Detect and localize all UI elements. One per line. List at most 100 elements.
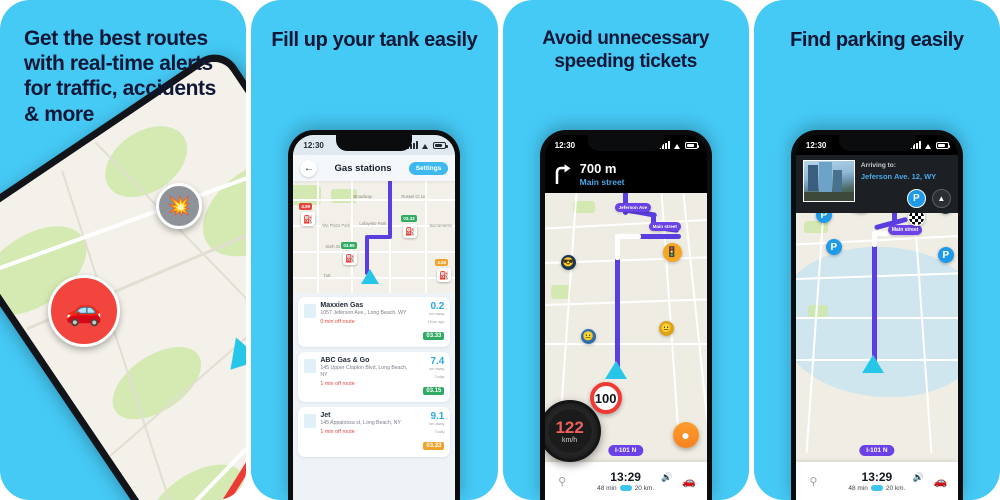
station-address: 145 Appaloosa st, Long Beach, NY bbox=[320, 420, 401, 426]
arriving-label: Arriving to: bbox=[860, 162, 896, 169]
wifi-icon bbox=[673, 142, 682, 149]
gas-station-marker[interactable]: ⛽ bbox=[403, 224, 418, 238]
second-mood-glyph: 😐 bbox=[660, 323, 672, 333]
status-icons bbox=[658, 141, 700, 149]
road bbox=[558, 193, 577, 433]
route-turn-highlight bbox=[614, 234, 641, 239]
map-label: Sixth St bbox=[325, 244, 340, 249]
checkered-flag-icon[interactable] bbox=[907, 213, 925, 226]
route-line bbox=[365, 235, 393, 239]
traffic-jam-glyph: 🚗 bbox=[65, 294, 103, 327]
panel-parking-headline: Find parking easily bbox=[790, 29, 964, 51]
station-distance: 9.1 bbox=[430, 411, 445, 422]
parking-marker[interactable]: P bbox=[825, 239, 842, 255]
panel-routes-headline: Get the best routes with real-time alert… bbox=[24, 27, 216, 126]
search-icon[interactable]: ⚲ bbox=[805, 475, 822, 488]
road bbox=[544, 343, 707, 345]
turn-right-icon bbox=[554, 164, 572, 185]
station-route-note: 1 min off route bbox=[320, 381, 355, 388]
chevron-up-icon[interactable]: ▲ bbox=[931, 189, 951, 208]
speaker-icon[interactable]: 🔊 bbox=[661, 472, 672, 483]
search-icon[interactable]: ⚲ bbox=[554, 475, 571, 488]
road bbox=[317, 181, 320, 293]
destination-photo bbox=[802, 160, 855, 202]
gas-station-marker[interactable]: ⛽ bbox=[343, 251, 358, 265]
station-price: 03.33 bbox=[423, 442, 445, 450]
parking-map[interactable]: Main street P P P P 😊 😐 bbox=[795, 213, 958, 462]
eta-details: 48 min 20 km. bbox=[822, 485, 932, 492]
gas-station-marker[interactable]: ⛽ bbox=[437, 268, 452, 282]
back-button[interactable]: ← bbox=[300, 159, 318, 177]
car-icon[interactable]: 🚗 bbox=[681, 475, 698, 488]
station-price: 03.33 bbox=[423, 332, 445, 340]
map-label: Alta Plaza Park bbox=[321, 223, 351, 228]
list-item[interactable]: ABC Gas & Go 145 Upper Clapton Blvd, Lon… bbox=[298, 352, 451, 402]
police-mood-icon[interactable]: 😐 bbox=[580, 329, 596, 344]
eta-duration: 48 min bbox=[597, 484, 617, 492]
car-icon[interactable]: 🚗 bbox=[932, 475, 949, 488]
gas-station-list[interactable]: Maxxien Gas 1057 Jeferson Ave., Long Bea… bbox=[293, 293, 455, 500]
route-label: Jeferson Ave bbox=[614, 203, 652, 212]
phone-notch bbox=[336, 135, 413, 151]
station-info: Jet 145 Appaloosa st, Long Beach, NY 1 m… bbox=[320, 412, 410, 452]
building bbox=[832, 170, 842, 192]
arrival-card: Arriving to: Jeferson Ave. 12, WY P ▲ bbox=[795, 155, 958, 215]
settings-button[interactable]: Settings bbox=[408, 161, 449, 175]
second-mood-icon[interactable]: 😐 bbox=[658, 321, 674, 336]
navigation-arrow-icon bbox=[861, 355, 884, 373]
accident-icon[interactable]: 💥 bbox=[156, 183, 202, 229]
station-logo bbox=[304, 304, 317, 318]
parking-button[interactable]: P bbox=[906, 189, 926, 208]
route-line bbox=[388, 181, 393, 237]
phone-frame: 12:30 700 m Main street Jeferson Ave Mai… bbox=[539, 130, 712, 500]
list-item[interactable]: Maxxien Gas 1057 Jeferson Ave., Long Bea… bbox=[298, 297, 451, 347]
phone-screen: 12:30 700 m Main street Jeferson Ave Mai… bbox=[544, 135, 707, 500]
traffic-jam-icon[interactable]: 🚗 bbox=[48, 275, 120, 347]
turn-instruction-bar: 700 m Main street bbox=[545, 155, 707, 193]
police-mood-glyph: 😐 bbox=[582, 331, 594, 341]
eta-details: 48 min 20 km. bbox=[571, 485, 681, 492]
park-area bbox=[807, 305, 828, 317]
accident-glyph: 💥 bbox=[167, 195, 191, 217]
road bbox=[795, 317, 958, 319]
traffic-light-icon[interactable]: 🚦 bbox=[662, 243, 682, 262]
highway-badge: I-101 N bbox=[607, 445, 644, 456]
turn-text: 700 m Main street bbox=[580, 162, 625, 187]
report-button[interactable]: ● bbox=[672, 422, 699, 448]
eta-separator-pill bbox=[870, 485, 883, 491]
wifi-icon bbox=[924, 142, 933, 149]
panel-speeding: Avoid unnecessary speeding tickets 12:30 bbox=[502, 0, 749, 500]
building bbox=[807, 165, 818, 191]
route-label: Main street bbox=[648, 222, 681, 231]
status-icons bbox=[909, 141, 951, 149]
parking-marker[interactable]: P bbox=[937, 247, 954, 263]
station-address: 1057 Jeferson Ave., Long Beach, WY bbox=[320, 310, 407, 316]
map-label: Lafayette Park bbox=[359, 221, 387, 226]
speaker-icon[interactable]: 🔊 bbox=[913, 472, 924, 483]
price-tag: 03.33 bbox=[401, 215, 417, 222]
station-logo bbox=[304, 359, 317, 373]
navigation-arrow-icon bbox=[361, 269, 380, 284]
eta-separator-pill bbox=[619, 485, 632, 491]
station-distance-unit: km away bbox=[429, 312, 445, 316]
navigation-bottom-bar: ⚲ 13:29 48 min 20 km. 🔊 🚗 bbox=[544, 462, 707, 500]
list-item[interactable]: Jet 145 Appaloosa st, Long Beach, NY 1 m… bbox=[298, 407, 451, 457]
gas-station-marker[interactable]: ⛽ bbox=[301, 212, 316, 226]
road bbox=[425, 181, 428, 293]
wazer-mood-icon[interactable]: 😎 bbox=[560, 255, 576, 270]
station-route-note: 0 min off route bbox=[320, 319, 355, 326]
station-distance-unit: km away bbox=[429, 422, 445, 426]
station-updated: 1 hour ago bbox=[427, 320, 445, 324]
gas-stations-map[interactable]: Broadway Russel Ct Ln Alta Plaza Park La… bbox=[293, 181, 456, 293]
wazer-mood-icon[interactable]: 😊 bbox=[937, 213, 953, 214]
turn-distance: 700 m bbox=[579, 160, 617, 176]
parking-marker[interactable]: P bbox=[815, 213, 832, 223]
panel-speeding-headline: Avoid unnecessary speeding tickets bbox=[542, 28, 709, 72]
wifi-icon bbox=[421, 142, 430, 149]
highway-badge: I-101 N bbox=[859, 445, 895, 456]
panel-routes: Get the best routes with real-time alert… bbox=[0, 0, 247, 500]
map-label: Russel Ct Ln bbox=[401, 194, 426, 199]
arriving-address: Jeferson Ave. 12, WY bbox=[860, 172, 937, 181]
station-updated: Today bbox=[434, 430, 445, 434]
phone-notch bbox=[587, 135, 664, 151]
